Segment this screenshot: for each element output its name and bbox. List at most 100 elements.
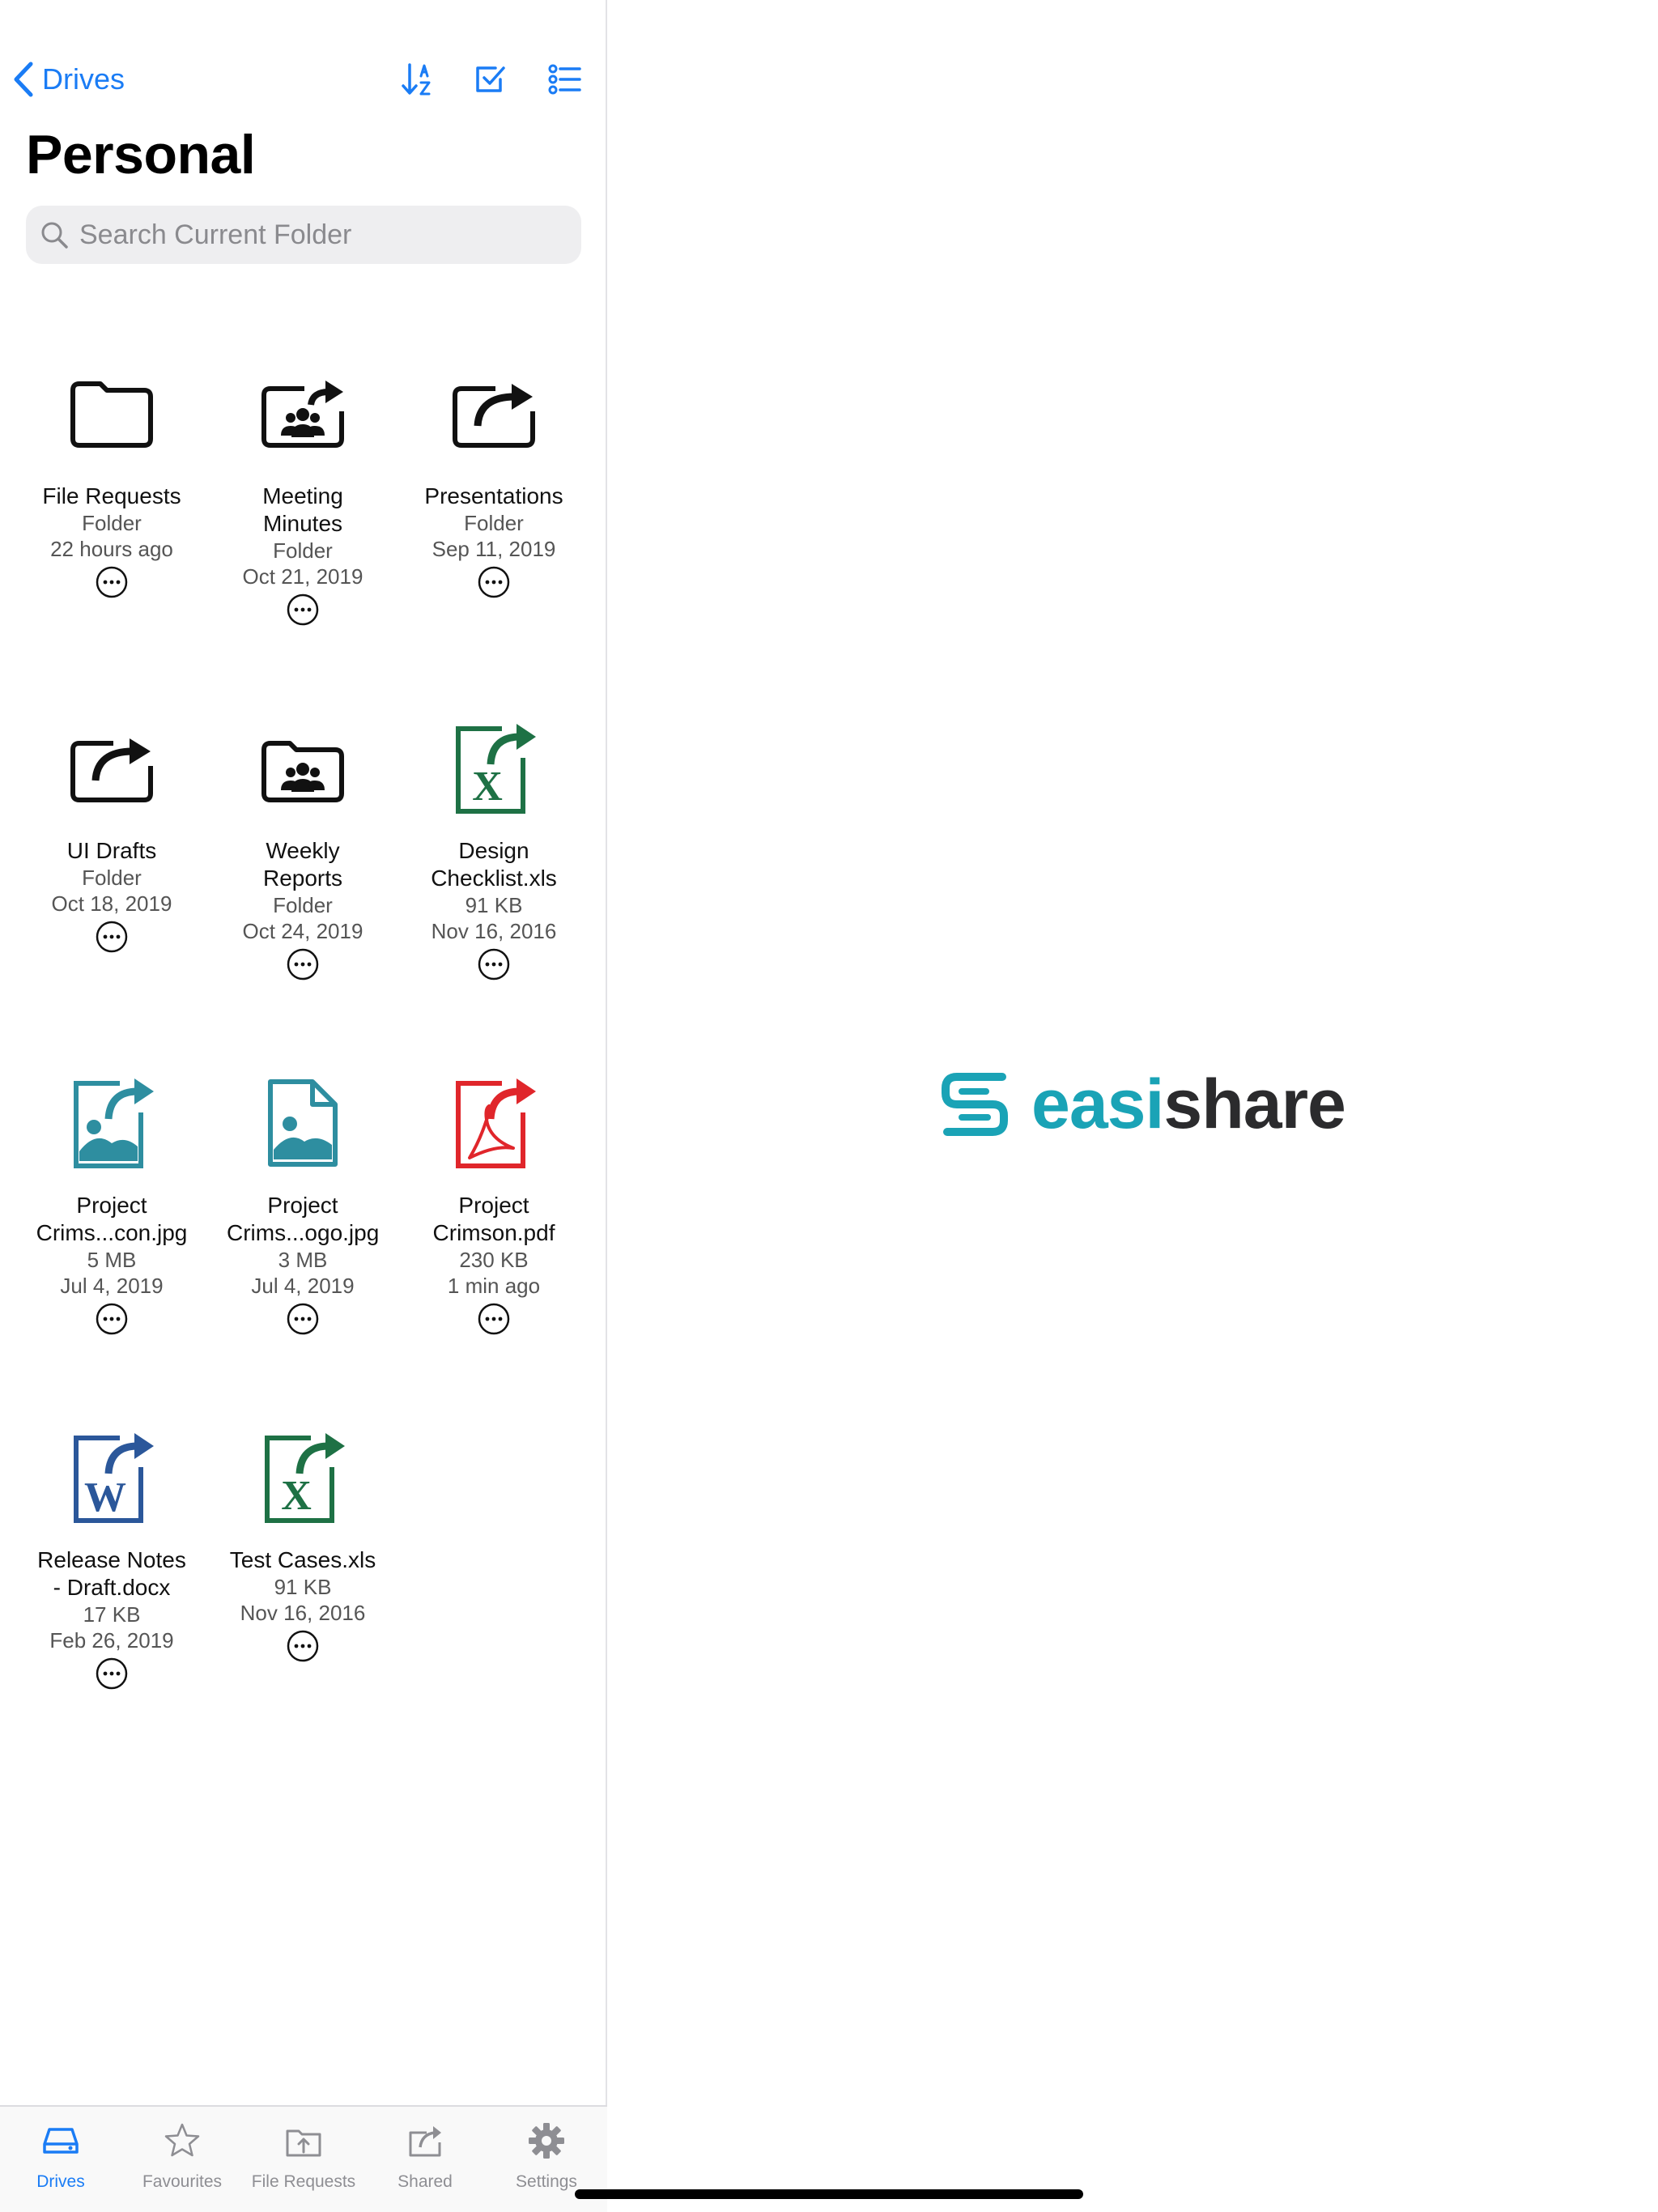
file-tile[interactable]: UI Drafts Folder Oct 18, 2019 bbox=[15, 703, 209, 954]
image-shared-icon bbox=[15, 1057, 209, 1171]
file-request-icon bbox=[284, 2121, 323, 2164]
more-options-button[interactable] bbox=[95, 920, 129, 954]
file-name: File Requests bbox=[42, 483, 181, 508]
file-date: Jul 4, 2019 bbox=[251, 1274, 355, 1298]
logo-text-share: share bbox=[1163, 1066, 1346, 1143]
more-options-button[interactable] bbox=[286, 593, 320, 627]
file-date: Oct 21, 2019 bbox=[242, 564, 363, 589]
back-button[interactable]: Drives bbox=[11, 58, 125, 100]
file-name: Weekly Reports bbox=[262, 838, 343, 891]
list-view-icon bbox=[548, 64, 581, 95]
image-icon bbox=[206, 1057, 400, 1171]
search-bar[interactable] bbox=[26, 206, 581, 264]
file-name: UI Drafts bbox=[66, 838, 157, 863]
toolbar bbox=[389, 58, 591, 100]
detail-pane: easishare bbox=[609, 0, 1658, 2212]
back-label: Drives bbox=[42, 62, 125, 96]
file-name: Release Notes - Draft.docx bbox=[37, 1547, 186, 1600]
file-type: Folder bbox=[273, 893, 333, 917]
sort-az-icon bbox=[402, 63, 431, 96]
tab-file-requests[interactable]: File Requests bbox=[243, 2107, 364, 2212]
file-date: Oct 18, 2019 bbox=[51, 891, 172, 916]
file-tile[interactable]: Meeting Minutes Folder Oct 21, 2019 bbox=[206, 348, 400, 627]
team-folder-icon bbox=[206, 703, 400, 816]
shared-team-folder-icon bbox=[206, 348, 400, 462]
logo-text-easi: easi bbox=[1031, 1066, 1164, 1143]
file-type: 91 KB bbox=[465, 893, 523, 917]
file-name: Project Crimson.pdf bbox=[432, 1193, 555, 1245]
file-name: Design Checklist.xls bbox=[431, 838, 557, 891]
file-tile[interactable]: Project Crims...ogo.jpg 3 MB Jul 4, 2019 bbox=[206, 1057, 400, 1336]
more-options-button[interactable] bbox=[95, 1302, 129, 1336]
gear-icon bbox=[527, 2121, 566, 2164]
tab-bar: Drives Favourites File Requests Shared S… bbox=[0, 2105, 607, 2212]
more-options-button[interactable] bbox=[286, 1302, 320, 1336]
file-type: 230 KB bbox=[459, 1248, 529, 1272]
more-options-button[interactable] bbox=[95, 1657, 129, 1691]
file-type: 17 KB bbox=[83, 1602, 141, 1627]
tab-favourites[interactable]: Favourites bbox=[121, 2107, 243, 2212]
file-date: Nov 16, 2016 bbox=[431, 919, 557, 943]
more-options-button[interactable] bbox=[477, 947, 511, 981]
file-name: Meeting Minutes bbox=[262, 483, 343, 536]
tab-label: Favourites bbox=[142, 2172, 223, 2191]
search-input[interactable] bbox=[79, 219, 565, 251]
file-name: Test Cases.xls bbox=[229, 1547, 376, 1572]
search-icon bbox=[41, 222, 68, 249]
file-tile[interactable]: W Release Notes - Draft.docx 17 KB Feb 2… bbox=[15, 1412, 209, 1691]
shared-folder-icon bbox=[15, 703, 209, 816]
select-button[interactable] bbox=[468, 58, 513, 100]
checkbox-select-icon bbox=[476, 66, 505, 92]
file-tile[interactable]: Project Crimson.pdf 230 KB 1 min ago bbox=[397, 1057, 591, 1336]
easishare-logo-icon bbox=[942, 1073, 1008, 1136]
svg-text:X: X bbox=[472, 764, 503, 810]
chevron-left-icon bbox=[14, 62, 33, 97]
tab-label: Shared bbox=[397, 2172, 453, 2191]
star-icon bbox=[163, 2121, 202, 2164]
pdf-shared-icon bbox=[397, 1057, 591, 1171]
file-tile[interactable]: Presentations Folder Sep 11, 2019 bbox=[397, 348, 591, 599]
shared-folder-icon bbox=[397, 348, 591, 462]
more-options-button[interactable] bbox=[477, 565, 511, 599]
file-name: Project Crims...con.jpg bbox=[36, 1193, 188, 1245]
folder-icon bbox=[15, 348, 209, 462]
file-type: 5 MB bbox=[87, 1248, 137, 1272]
more-options-button[interactable] bbox=[286, 1629, 320, 1663]
file-date: 22 hours ago bbox=[50, 537, 173, 561]
more-options-button[interactable] bbox=[477, 1302, 511, 1336]
tab-label: File Requests bbox=[251, 2172, 356, 2191]
file-type: Folder bbox=[464, 511, 524, 535]
file-date: Oct 24, 2019 bbox=[242, 919, 363, 943]
excel-shared-icon: X bbox=[397, 703, 591, 816]
svg-text:X: X bbox=[281, 1473, 312, 1519]
page-title: Personal bbox=[26, 124, 256, 185]
tab-label: Settings bbox=[516, 2172, 577, 2191]
file-tile[interactable]: X Design Checklist.xls 91 KB Nov 16, 201… bbox=[397, 703, 591, 981]
drive-icon bbox=[41, 2121, 80, 2164]
file-type: Folder bbox=[273, 538, 333, 563]
file-date: 1 min ago bbox=[447, 1274, 541, 1298]
sort-button[interactable] bbox=[395, 58, 440, 100]
word-shared-icon: W bbox=[15, 1412, 209, 1525]
file-tile[interactable]: File Requests Folder 22 hours ago bbox=[15, 348, 209, 599]
file-date: Sep 11, 2019 bbox=[432, 537, 556, 561]
file-date: Nov 16, 2016 bbox=[240, 1601, 366, 1625]
list-view-button[interactable] bbox=[542, 58, 588, 100]
more-options-button[interactable] bbox=[95, 565, 129, 599]
shared-icon bbox=[406, 2121, 444, 2164]
home-indicator bbox=[575, 2189, 1083, 2199]
file-type: Folder bbox=[82, 866, 142, 890]
easishare-logo: easishare bbox=[937, 1069, 1346, 1140]
file-type: 91 KB bbox=[274, 1575, 332, 1599]
tab-drives[interactable]: Drives bbox=[0, 2107, 121, 2212]
tab-shared[interactable]: Shared bbox=[364, 2107, 486, 2212]
file-tile[interactable]: X Test Cases.xls 91 KB Nov 16, 2016 bbox=[206, 1412, 400, 1663]
file-tile[interactable]: Weekly Reports Folder Oct 24, 2019 bbox=[206, 703, 400, 981]
file-browser-pane: Drives Personal Search Current Folder Fi… bbox=[0, 0, 607, 2212]
file-date: Jul 4, 2019 bbox=[60, 1274, 164, 1298]
file-name: Presentations bbox=[424, 483, 563, 508]
svg-text:W: W bbox=[84, 1474, 126, 1521]
file-tile[interactable]: Project Crims...con.jpg 5 MB Jul 4, 2019 bbox=[15, 1057, 209, 1336]
file-name: Project Crims...ogo.jpg bbox=[227, 1193, 380, 1245]
more-options-button[interactable] bbox=[286, 947, 320, 981]
